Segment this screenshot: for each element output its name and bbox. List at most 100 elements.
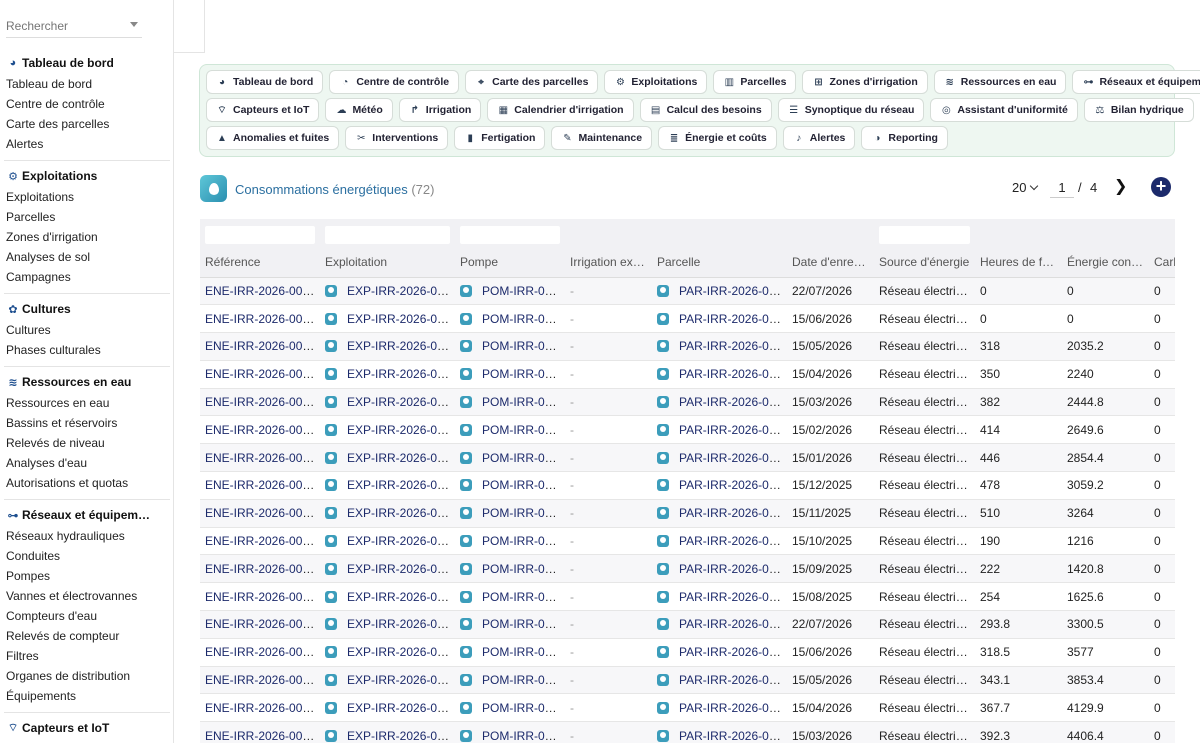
sidebar-item[interactable]: Autorisations et quotas (0, 473, 173, 493)
record-link[interactable]: ENE-IRR-2026-00062 (205, 562, 320, 576)
table-row[interactable]: ENE-IRR-2026-00062 EXP-IRR-2026-0002 POM-I… (200, 554, 1175, 584)
toolbar-button[interactable]: ◑ Reporting (861, 126, 948, 150)
sidebar-section-0[interactable]: ◕ Tableau de bord (0, 52, 173, 74)
search-box[interactable] (6, 16, 142, 38)
table-cell[interactable]: POM-IRR-0005 (455, 693, 565, 723)
column-header[interactable]: Parcelle (652, 247, 787, 278)
next-page-icon[interactable]: ❯ (1114, 179, 1128, 195)
record-link[interactable]: POM-IRR-0005 (482, 617, 565, 631)
table-cell[interactable]: PAR-IRR-2026-0006 (652, 443, 787, 473)
table-cell[interactable]: POM-IRR-0006 (455, 554, 565, 584)
record-link[interactable]: POM-IRR-0006 (482, 590, 565, 604)
page-number-input[interactable]: 1 (1050, 178, 1074, 198)
toolbar-button[interactable]: ≣ Énergie et coûts (658, 126, 777, 150)
toolbar-button[interactable]: ☁ Météo (325, 98, 393, 122)
record-link[interactable]: PAR-IRR-2026-0006 (679, 478, 787, 492)
record-link[interactable]: POM-IRR-0006 (482, 534, 565, 548)
table-cell[interactable]: POM-IRR-0006 (455, 304, 565, 334)
toolbar-button[interactable]: ✂ Interventions (345, 126, 449, 150)
record-link[interactable]: PAR-IRR-2026-0006 (679, 339, 787, 353)
table-cell[interactable]: ENE-IRR-2026-00056 (200, 721, 320, 743)
record-link[interactable]: ENE-IRR-2026-00060 (205, 617, 320, 631)
record-link[interactable]: POM-IRR-0006 (482, 562, 565, 576)
table-cell[interactable]: PAR-IRR-2026-0006 (652, 277, 787, 306)
column-header[interactable]: Irrigation exé… (565, 247, 652, 278)
table-cell[interactable]: POM-IRR-0006 (455, 332, 565, 361)
record-link[interactable]: POM-IRR-0005 (482, 673, 565, 687)
record-link[interactable]: ENE-IRR-2026-00065 (205, 478, 320, 492)
record-link[interactable]: PAR-IRR-2026-0005 (679, 701, 787, 715)
sidebar-item[interactable]: Équipements (0, 686, 173, 706)
table-cell[interactable]: PAR-IRR-2026-0005 (652, 638, 787, 667)
table-cell[interactable]: POM-IRR-0006 (455, 527, 565, 556)
toolbar-button[interactable]: ⚙ Exploitations (604, 70, 708, 94)
table-cell[interactable]: ENE-IRR-2026-00067 (200, 415, 320, 445)
record-link[interactable]: EXP-IRR-2026-0002 (347, 451, 455, 465)
sidebar-item[interactable]: Organes de distribution (0, 666, 173, 686)
sidebar-item[interactable]: Compteurs d'eau (0, 606, 173, 626)
toolbar-button[interactable]: ↱ Irrigation (398, 98, 482, 122)
table-cell[interactable]: PAR-IRR-2026-0006 (652, 582, 787, 612)
table-row[interactable]: ENE-IRR-2026-00060 EXP-IRR-2026-0002 POM-I… (200, 610, 1175, 639)
record-link[interactable]: ENE-IRR-2026-00071 (205, 312, 320, 326)
record-link[interactable]: EXP-IRR-2026-0002 (347, 312, 455, 326)
table-cell[interactable]: EXP-IRR-2026-0002 (320, 360, 455, 389)
record-link[interactable]: PAR-IRR-2026-0006 (679, 395, 787, 409)
table-cell[interactable]: POM-IRR-0006 (455, 582, 565, 612)
record-link[interactable]: PAR-IRR-2026-0006 (679, 284, 787, 298)
table-row[interactable]: ENE-IRR-2026-00069 EXP-IRR-2026-0002 POM-I… (200, 360, 1175, 389)
record-link[interactable]: POM-IRR-0006 (482, 395, 565, 409)
sidebar-item[interactable]: Parcelles (0, 207, 173, 227)
table-cell[interactable]: PAR-IRR-2026-0006 (652, 360, 787, 389)
table-cell[interactable]: POM-IRR-0006 (455, 471, 565, 500)
sidebar-section-1[interactable]: ⚙ Exploitations (0, 165, 173, 187)
record-link[interactable]: EXP-IRR-2026-0002 (347, 478, 455, 492)
toolbar-button[interactable]: ▦ Calendrier d'irrigation (487, 98, 634, 122)
table-cell[interactable]: PAR-IRR-2026-0005 (652, 693, 787, 723)
table-cell[interactable]: POM-IRR-0006 (455, 277, 565, 306)
record-link[interactable]: POM-IRR-0006 (482, 423, 565, 437)
sidebar-item[interactable]: Analyses d'eau (0, 453, 173, 473)
table-cell[interactable]: ENE-IRR-2026-00070 (200, 332, 320, 361)
column-header[interactable]: Heures de fo… (975, 247, 1062, 278)
column-header[interactable]: Référence (200, 247, 320, 278)
record-link[interactable]: ENE-IRR-2026-00068 (205, 395, 320, 409)
record-link[interactable]: ENE-IRR-2026-00058 (205, 673, 320, 687)
sidebar-item[interactable]: Carte des parcelles (0, 114, 173, 134)
sidebar-item[interactable]: Bassins et réservoirs (0, 413, 173, 433)
column-header[interactable]: Carb (1149, 247, 1175, 278)
record-link[interactable]: EXP-IRR-2026-0002 (347, 423, 455, 437)
table-cell[interactable]: PAR-IRR-2026-0006 (652, 527, 787, 556)
record-link[interactable]: ENE-IRR-2026-00059 (205, 645, 320, 659)
toolbar-button[interactable]: ✎ Maintenance (551, 126, 653, 150)
sidebar-item[interactable]: Phases culturales (0, 340, 173, 360)
record-link[interactable]: ENE-IRR-2026-00066 (205, 451, 320, 465)
toolbar-button[interactable]: ▮ Fertigation (454, 126, 546, 150)
table-cell[interactable]: ENE-IRR-2026-00060 (200, 610, 320, 639)
record-link[interactable]: PAR-IRR-2026-0006 (679, 423, 787, 437)
add-record-button[interactable]: + (1151, 177, 1171, 197)
table-row[interactable]: ENE-IRR-2026-00072 EXP-IRR-2026-0002 POM-I… (200, 277, 1175, 306)
record-link[interactable]: PAR-IRR-2026-0006 (679, 562, 787, 576)
table-cell[interactable]: ENE-IRR-2026-00059 (200, 638, 320, 667)
record-link[interactable]: EXP-IRR-2026-0002 (347, 673, 455, 687)
table-cell[interactable]: EXP-IRR-2026-0002 (320, 443, 455, 473)
record-link[interactable]: POM-IRR-0005 (482, 701, 565, 715)
sidebar-item[interactable]: Réseaux hydrauliques (0, 526, 173, 546)
record-link[interactable]: POM-IRR-0006 (482, 367, 565, 381)
sidebar-item[interactable]: Analyses de sol (0, 247, 173, 267)
table-cell[interactable]: POM-IRR-0005 (455, 638, 565, 667)
table-cell[interactable]: EXP-IRR-2026-0002 (320, 499, 455, 528)
toolbar-button[interactable]: ◎ Assistant d'uniformité (930, 98, 1078, 122)
record-link[interactable]: ENE-IRR-2026-00072 (205, 284, 320, 298)
table-cell[interactable]: ENE-IRR-2026-00061 (200, 582, 320, 612)
sidebar-item[interactable]: Exploitations (0, 187, 173, 207)
page-size-select[interactable]: 20 (1012, 180, 1039, 195)
record-link[interactable]: PAR-IRR-2026-0006 (679, 590, 787, 604)
table-cell[interactable]: POM-IRR-0006 (455, 360, 565, 389)
record-link[interactable]: ENE-IRR-2026-00056 (205, 729, 320, 743)
sidebar-item[interactable]: Zones d'irrigation (0, 227, 173, 247)
record-link[interactable]: EXP-IRR-2026-0002 (347, 339, 455, 353)
table-cell[interactable]: EXP-IRR-2026-0002 (320, 554, 455, 584)
table-cell[interactable]: POM-IRR-0006 (455, 499, 565, 528)
